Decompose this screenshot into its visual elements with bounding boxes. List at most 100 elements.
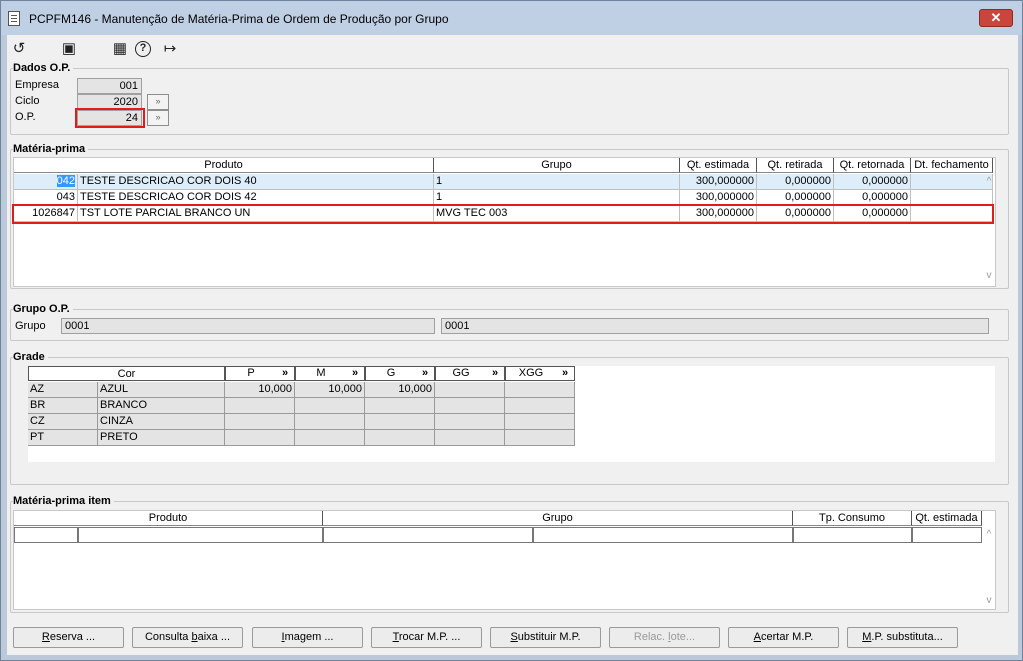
- qty-cell[interactable]: [435, 382, 505, 398]
- scroll-up-icon[interactable]: ^: [983, 529, 995, 540]
- qty-cell[interactable]: [435, 430, 505, 446]
- cor-code: PT: [28, 430, 98, 446]
- size-label: G: [386, 367, 396, 379]
- undo-icon[interactable]: ↺: [9, 39, 29, 59]
- col-grupo-header[interactable]: Grupo: [434, 158, 680, 173]
- materia-prima-item-title: Matéria-prima item: [13, 495, 114, 507]
- btn-post: .P. substituta...: [871, 631, 943, 643]
- cor-name: PRETO: [98, 430, 225, 446]
- row-qt-estimada: 300,000000: [680, 174, 757, 190]
- op-highlight: [75, 108, 145, 128]
- consulta-baixa-button[interactable]: Consulta baixa ...: [132, 627, 243, 648]
- cor-code: BR: [28, 398, 98, 414]
- size-expand-icon[interactable]: »: [278, 367, 292, 380]
- qty-cell[interactable]: 10,000: [225, 382, 295, 398]
- cor-name: AZUL: [98, 382, 225, 398]
- col-qt-retirada-header[interactable]: Qt. retirada: [757, 158, 834, 173]
- scroll-up-icon[interactable]: ^: [983, 176, 995, 187]
- size-expand-icon[interactable]: »: [348, 367, 362, 380]
- size-label: XGG: [518, 367, 544, 379]
- window-title: PCPFM146 - Manutenção de Matéria-Prima d…: [29, 12, 449, 26]
- qty-cell[interactable]: [505, 414, 575, 430]
- col-dt-fechamento-header[interactable]: Dt. fechamento: [911, 158, 993, 173]
- btn-post: magem ...: [284, 631, 334, 643]
- btn-post: rocar M.P. ...: [398, 631, 461, 643]
- row-produto: TESTE DESCRICAO COR DOIS 40: [78, 174, 434, 190]
- cor-header: Cor: [28, 366, 225, 381]
- qty-cell[interactable]: [365, 398, 435, 414]
- size-header-gg: GG »: [435, 366, 505, 381]
- ciclo-label: Ciclo: [15, 95, 40, 107]
- qty-cell[interactable]: [225, 430, 295, 446]
- col-qt-retornada-header[interactable]: Qt. retornada: [834, 158, 911, 173]
- op-lookup-button[interactable]: »: [147, 110, 169, 126]
- size-expand-icon[interactable]: »: [558, 367, 572, 380]
- cor-code: CZ: [28, 414, 98, 430]
- item-col-grupo-header[interactable]: Grupo: [323, 511, 793, 526]
- qty-cell[interactable]: [435, 398, 505, 414]
- qty-cell[interactable]: 10,000: [365, 382, 435, 398]
- row-dt-fechamento: [911, 174, 993, 190]
- qty-cell[interactable]: [365, 414, 435, 430]
- size-header-g: G »: [365, 366, 435, 381]
- materia-prima-group: Matéria-prima Produto Grupo Qt. estimada…: [10, 143, 1009, 289]
- empty-cell: [793, 527, 912, 543]
- btn-pre: Consulta: [144, 631, 192, 643]
- cor-name: BRANCO: [98, 398, 225, 414]
- size-label: M: [316, 367, 326, 379]
- grupo-description-field[interactable]: 0001: [441, 318, 989, 334]
- empresa-label: Empresa: [15, 79, 60, 91]
- application-window: PCPFM146 - Manutenção de Matéria-Prima d…: [0, 0, 1023, 661]
- size-label: P: [247, 367, 255, 379]
- qty-cell[interactable]: 10,000: [295, 382, 365, 398]
- qty-cell[interactable]: [295, 430, 365, 446]
- substituir-mp-button[interactable]: Substituir M.P.: [490, 627, 601, 648]
- size-header-p: P »: [225, 366, 295, 381]
- scroll-down-icon[interactable]: v: [983, 270, 995, 281]
- size-label: GG: [452, 367, 470, 379]
- title-bar: PCPFM146 - Manutenção de Matéria-Prima d…: [1, 1, 1022, 35]
- mp-substituta-button[interactable]: M.P. substituta...: [847, 627, 958, 648]
- scroll-down-icon[interactable]: v: [983, 595, 995, 606]
- reserva-button[interactable]: Reserva ...: [13, 627, 124, 648]
- materia-prima-item-table: Produto Grupo Tp. Consumo Qt. estimada ^…: [13, 510, 996, 610]
- empty-cell: [78, 527, 323, 543]
- qty-cell[interactable]: [435, 414, 505, 430]
- btn-mnemonic: S: [510, 631, 518, 643]
- size-header-m: M »: [295, 366, 365, 381]
- qty-cell[interactable]: [505, 398, 575, 414]
- size-expand-icon[interactable]: »: [418, 367, 432, 380]
- qty-cell[interactable]: [365, 430, 435, 446]
- row-highlight: [12, 204, 994, 224]
- qty-cell[interactable]: [505, 430, 575, 446]
- item-col-produto-header[interactable]: Produto: [14, 511, 323, 526]
- col-produto-header[interactable]: Produto: [14, 158, 434, 173]
- grupo-code-field[interactable]: 0001: [61, 318, 435, 334]
- size-expand-icon[interactable]: »: [488, 367, 502, 380]
- close-button[interactable]: ✕: [979, 9, 1013, 27]
- help-icon[interactable]: ?: [135, 41, 151, 57]
- grupo-op-title: Grupo O.P.: [13, 303, 73, 315]
- item-col-qt-estimada-header[interactable]: Qt. estimada: [912, 511, 982, 526]
- qty-cell[interactable]: [505, 382, 575, 398]
- empty-cell: [912, 527, 982, 543]
- calendar-icon[interactable]: ▦: [110, 39, 130, 59]
- qty-cell[interactable]: [295, 398, 365, 414]
- btn-mnemonic: R: [41, 631, 50, 643]
- imagem-button[interactable]: Imagem ...: [252, 627, 363, 648]
- trocar-mp-button[interactable]: Trocar M.P. ...: [371, 627, 482, 648]
- empresa-field[interactable]: 001: [77, 78, 142, 94]
- col-qt-estimada-header[interactable]: Qt. estimada: [680, 158, 757, 173]
- qty-cell[interactable]: [225, 414, 295, 430]
- ciclo-lookup-button[interactable]: »: [147, 94, 169, 110]
- relac-lote-button[interactable]: Relac. lote...: [609, 627, 720, 648]
- save-icon[interactable]: ▣: [59, 39, 79, 59]
- qty-cell[interactable]: [225, 398, 295, 414]
- acertar-mp-button[interactable]: Acertar M.P.: [728, 627, 839, 648]
- grade-grid: Cor P » M » G » GG » XGG » AZ AZUL 10,00…: [28, 366, 995, 462]
- empty-cell: [533, 527, 793, 543]
- qty-cell[interactable]: [295, 414, 365, 430]
- exit-icon[interactable]: ↦: [160, 39, 180, 59]
- dados-op-group: Dados O.P. Empresa 001 Ciclo 2020 » O.P.…: [10, 62, 1009, 135]
- item-col-tp-consumo-header[interactable]: Tp. Consumo: [793, 511, 912, 526]
